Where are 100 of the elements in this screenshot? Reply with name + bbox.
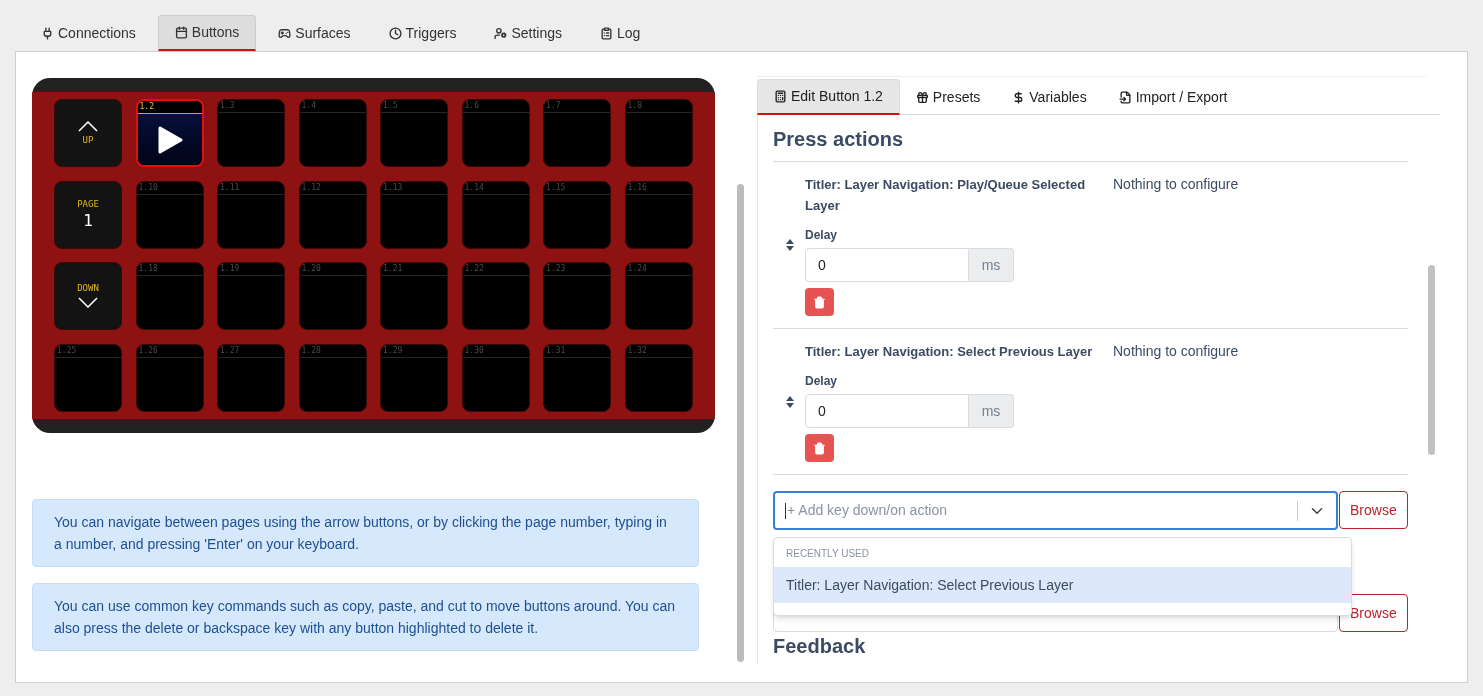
nav-key[interactable]: DOWN <box>54 262 122 330</box>
editor-tab[interactable]: Variables <box>996 79 1103 115</box>
keypad-button[interactable]: 1.3 <box>217 99 285 167</box>
info-note: You can use common key commands such as copy, paste, and cut to move buttons around. You can also press the delete or backspace key with any button highlighted to delete it. <box>32 583 699 651</box>
keypad-button[interactable]: 1.16 <box>624 180 693 249</box>
scrollbar-thumb[interactable] <box>1428 265 1435 455</box>
nav-tab[interactable]: Triggers <box>372 15 473 51</box>
clock-icon <box>388 26 402 40</box>
button-number: 1.15 <box>546 183 566 192</box>
user-gear-icon <box>494 26 508 40</box>
page-number: 1 <box>83 213 93 229</box>
button-number: 1.13 <box>383 183 403 192</box>
browse-button[interactable]: Browse <box>1338 491 1408 529</box>
keypad-button[interactable]: 1.8 <box>624 99 693 167</box>
action-options-text: Nothing to configure <box>1113 342 1239 361</box>
keypad-button[interactable]: 1.21 <box>380 262 448 330</box>
dropdown-option[interactable]: Titler: Layer Navigation: Select Previous Layer <box>774 567 1351 603</box>
button-number: 1.14 <box>464 183 484 192</box>
up-label: UP <box>82 136 94 145</box>
nav-tab[interactable]: Settings <box>478 15 578 51</box>
keypad-button[interactable]: 1.15 <box>543 180 611 249</box>
button-number: 1.19 <box>220 265 240 273</box>
button-number: 1.16 <box>627 183 647 192</box>
button-number: 1.28 <box>301 346 321 355</box>
button-number: 1.27 <box>220 346 240 355</box>
keypad-button[interactable]: 1.5 <box>380 99 448 167</box>
button-number: 1.3 <box>220 102 235 110</box>
button-number: 1.29 <box>383 346 403 355</box>
keypad-button[interactable]: 1.13 <box>380 180 448 249</box>
nav-key[interactable]: PAGE 1 <box>54 180 122 249</box>
button-number: 1.30 <box>464 346 484 355</box>
delay-label: Delay <box>805 227 838 244</box>
action-options-text: Nothing to configure <box>1113 175 1239 194</box>
plug-icon <box>41 26 54 40</box>
keypad-button[interactable]: 1.24 <box>624 262 693 330</box>
editor-tab[interactable]: Presets <box>899 79 997 115</box>
button-number: 1.10 <box>138 183 158 192</box>
button-number: 1.6 <box>464 102 479 110</box>
keypad-button[interactable]: 1.4 <box>298 99 367 167</box>
play-icon <box>156 125 183 154</box>
delay-field[interactable]: 0 <box>805 248 969 282</box>
delay-label: Delay <box>805 373 838 390</box>
scrollbar-thumb[interactable] <box>737 184 744 662</box>
keypad-button[interactable]: 1.30 <box>461 343 530 412</box>
nav-tab[interactable]: Log <box>584 15 657 51</box>
section-heading: Press actions <box>773 125 1409 162</box>
keypad-button[interactable]: 1.23 <box>543 262 611 330</box>
keypad-button[interactable]: 1.31 <box>543 343 611 412</box>
keypad-button[interactable]: 1.6 <box>461 99 530 167</box>
calculator-icon <box>774 90 787 103</box>
keypad-button[interactable]: 1.29 <box>380 343 448 412</box>
keypad-button[interactable]: 1.11 <box>217 180 285 249</box>
page-label: PAGE <box>77 200 99 209</box>
add-action-select[interactable]: + Add key down/on action <box>773 491 1338 530</box>
delay-field[interactable]: 0 <box>805 394 969 428</box>
keypad-button[interactable]: 1.20 <box>298 262 367 330</box>
calendar-icon <box>174 26 188 39</box>
keypad-button[interactable]: 1.10 <box>135 180 204 249</box>
dropdown-group-label: RECENTLY USED <box>785 547 870 561</box>
keypad-button[interactable]: 1.12 <box>298 180 367 249</box>
nav-tab[interactable]: Buttons <box>157 15 257 51</box>
nav-tab[interactable]: Surfaces <box>262 15 367 51</box>
delete-button[interactable] <box>805 434 834 462</box>
drag-handle-icon[interactable] <box>786 395 794 408</box>
keypad-button[interactable]: 1.22 <box>461 262 530 330</box>
keypad-button[interactable]: 1.28 <box>298 343 367 412</box>
button-number: 1.7 <box>546 102 561 110</box>
button-number: 1.26 <box>138 346 158 355</box>
button-number: 1.23 <box>546 265 566 273</box>
button-number: 1.24 <box>627 265 647 273</box>
drag-handle-icon[interactable] <box>786 239 794 251</box>
unit-addon: ms <box>969 394 1014 428</box>
keypad-button[interactable]: 1.32 <box>624 343 693 412</box>
button-number: 1.21 <box>383 265 403 273</box>
section-heading: Feedback <box>773 634 867 658</box>
keypad-button[interactable]: 1.19 <box>217 262 285 330</box>
nav-key[interactable]: UP <box>54 99 122 167</box>
button-number: 1.2 <box>139 103 154 111</box>
keypad-button[interactable]: 1.2 <box>135 99 204 167</box>
editor-tab[interactable]: Import / Export <box>1102 79 1244 115</box>
button-number: 1.31 <box>546 346 566 355</box>
keypad-button[interactable]: 1.7 <box>543 99 611 167</box>
delete-button[interactable] <box>805 288 834 316</box>
keypad-button[interactable]: 1.25 <box>54 343 122 412</box>
keypad-button[interactable]: 1.14 <box>461 180 530 249</box>
button-number: 1.25 <box>57 346 77 355</box>
button-number: 1.8 <box>627 102 642 110</box>
add-action-placeholder: + Add key down/on action <box>786 501 948 520</box>
keypad-button[interactable]: 1.26 <box>135 343 204 412</box>
editor-tab[interactable]: Edit Button 1.2 <box>757 79 900 115</box>
nav-tab[interactable]: Connections <box>25 15 152 51</box>
button-number: 1.32 <box>627 346 647 355</box>
keypad-button[interactable]: 1.27 <box>217 343 285 412</box>
action-name: Titler: Layer Navigation: Select Previous Layer <box>805 343 1094 361</box>
button-number: 1.12 <box>301 183 321 192</box>
button-number: 1.18 <box>138 265 158 273</box>
keypad-button[interactable]: 1.18 <box>135 262 204 330</box>
button-number: 1.11 <box>220 183 240 192</box>
unit-addon: ms <box>969 248 1014 282</box>
button-number: 1.20 <box>301 265 321 273</box>
